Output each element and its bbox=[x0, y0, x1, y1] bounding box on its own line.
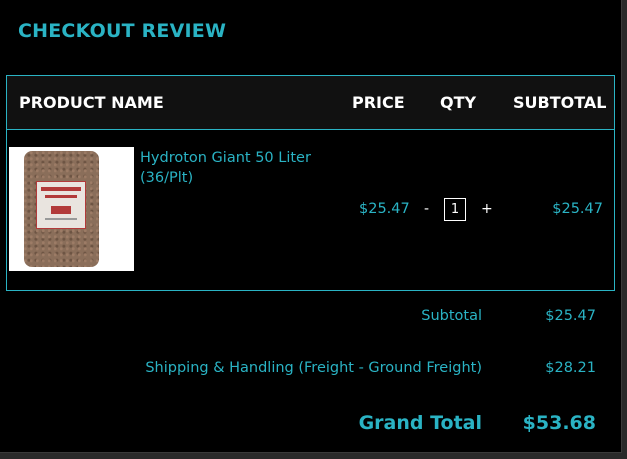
shipping-value: $28.21 bbox=[545, 360, 596, 376]
product-image[interactable] bbox=[9, 147, 134, 271]
row-subtotal: $25.47 bbox=[552, 201, 603, 217]
shipping-label: Shipping & Handling (Freight - Ground Fr… bbox=[145, 360, 482, 376]
cart-table: PRODUCT NAME PRICE QTY SUBTOTAL Hydroton… bbox=[6, 75, 615, 291]
header-price: PRICE bbox=[352, 93, 405, 112]
subtotal-value: $25.47 bbox=[545, 308, 596, 324]
product-name-link[interactable]: Hydroton Giant 50 Liter (36/Plt) bbox=[140, 148, 340, 188]
qty-input[interactable] bbox=[444, 198, 466, 221]
checkout-review-panel: CHECKOUT REVIEW PRODUCT NAME PRICE QTY S… bbox=[0, 0, 622, 453]
table-header: PRODUCT NAME PRICE QTY SUBTOTAL bbox=[7, 76, 614, 130]
header-product-name: PRODUCT NAME bbox=[19, 93, 164, 112]
page-title: CHECKOUT REVIEW bbox=[18, 20, 227, 42]
hydroton-bag-image bbox=[24, 151, 99, 267]
product-price: $25.47 bbox=[359, 201, 410, 217]
header-subtotal: SUBTOTAL bbox=[513, 93, 607, 112]
qty-decrement-button[interactable]: - bbox=[424, 201, 429, 217]
grand-total-value: $53.68 bbox=[522, 412, 596, 434]
grand-total-label: Grand Total bbox=[358, 412, 482, 434]
bag-label bbox=[36, 181, 86, 229]
header-qty: QTY bbox=[440, 93, 477, 112]
qty-increment-button[interactable]: + bbox=[481, 201, 493, 217]
subtotal-label: Subtotal bbox=[421, 308, 482, 324]
